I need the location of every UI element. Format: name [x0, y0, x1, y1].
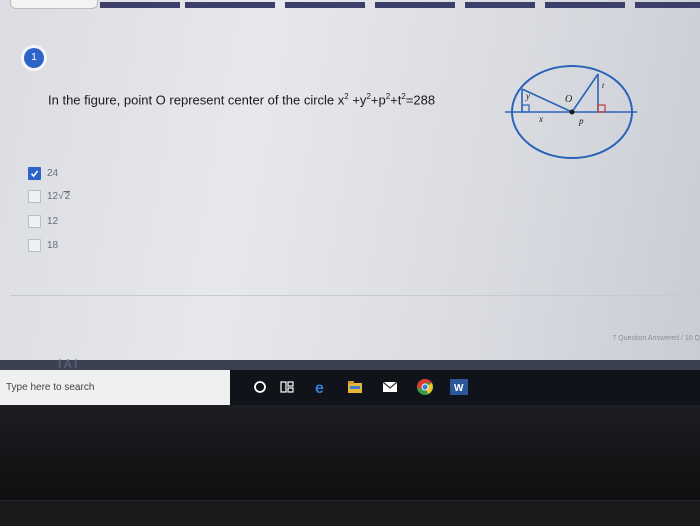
- svg-text:W: W: [454, 383, 464, 394]
- section-divider: [10, 295, 700, 296]
- monitor-bezel-lip: [0, 500, 700, 526]
- center-point: [569, 109, 575, 115]
- option-label: 18: [47, 239, 59, 251]
- answer-option-3[interactable]: 12: [28, 213, 58, 229]
- task-view-icon[interactable]: [277, 377, 297, 397]
- term-p: +p: [370, 92, 386, 108]
- tab-strip-segment: [100, 2, 180, 8]
- browser-viewport: 1 In the figure, point O represent cente…: [0, 0, 700, 405]
- taskbar-search-input[interactable]: Type here to search: [0, 370, 230, 405]
- term-t: +t: [390, 92, 402, 108]
- file-explorer-icon[interactable]: [345, 377, 365, 397]
- answer-option-4[interactable]: 18: [28, 237, 58, 253]
- checkmark-icon: [30, 170, 39, 177]
- chord-right: [571, 73, 599, 113]
- checkbox[interactable]: [28, 238, 41, 252]
- tab-strip-segment: [545, 2, 625, 8]
- mail-icon[interactable]: [380, 377, 400, 397]
- answer-option-1[interactable]: 24: [28, 165, 58, 181]
- checkbox[interactable]: [28, 189, 41, 203]
- chrome-icon[interactable]: [415, 377, 435, 397]
- equation-rhs: =288: [405, 92, 436, 108]
- tab-strip-segment: [465, 2, 535, 8]
- cursor-hand-icon: [10, 0, 98, 9]
- figure-label-t: t: [602, 81, 605, 90]
- checkbox[interactable]: [28, 214, 41, 228]
- option-label-prefix: 12: [47, 190, 59, 202]
- question-text: In the figure, point O represent center …: [48, 92, 435, 107]
- right-angle-mark-left: [521, 104, 530, 113]
- figure-label-y: y: [525, 91, 530, 101]
- figure-label-x: x: [538, 114, 543, 124]
- right-angle-mark-right: [597, 104, 606, 113]
- tab-strip-segment: [185, 2, 275, 8]
- answer-option-2[interactable]: 12√2: [28, 188, 71, 204]
- term-y: +y: [348, 92, 367, 108]
- figure-label-p: p: [578, 116, 584, 126]
- question-number-badge: 1: [24, 48, 44, 68]
- svg-text:e: e: [315, 380, 324, 395]
- partial-footer-text: IAI: [58, 357, 80, 371]
- option-label: 24: [47, 167, 59, 179]
- edge-icon[interactable]: e: [311, 377, 331, 397]
- word-icon[interactable]: W: [448, 377, 470, 397]
- windows-taskbar: Type here to search e W: [0, 370, 700, 405]
- checkbox-checked[interactable]: [28, 166, 41, 180]
- cortana-icon[interactable]: [250, 377, 270, 397]
- tab-strip-segment: [285, 2, 365, 8]
- figure-label-o: O: [565, 94, 572, 105]
- page-footer-strip: [0, 360, 700, 370]
- tab-strip-segment: [375, 2, 455, 8]
- circle-figure: y O t x p: [505, 65, 637, 159]
- option-label: 12√2: [47, 190, 71, 202]
- option-label: 12: [47, 215, 59, 227]
- tab-strip-segment: [635, 2, 700, 8]
- option-label-radicand: 2: [63, 190, 71, 202]
- progress-status-text: 7 Question Answered / 10 Q: [612, 335, 700, 342]
- top-tab-strip: [0, 0, 700, 12]
- question-text-main: In the figure, point O represent center …: [48, 92, 345, 108]
